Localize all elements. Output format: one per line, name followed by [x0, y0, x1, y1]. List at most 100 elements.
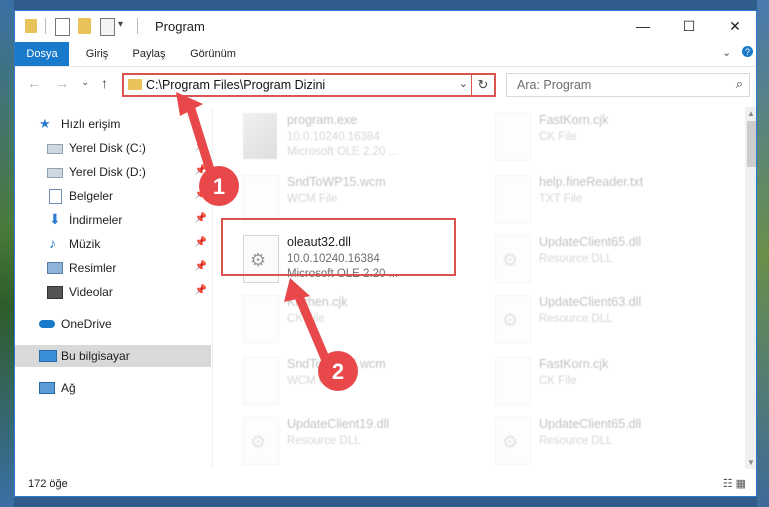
pin-icon[interactable]: 📌 — [195, 189, 207, 200]
file-item[interactable]: SndToWP15.wcm WCM File — [235, 353, 471, 413]
scroll-up-icon[interactable]: ▲ — [747, 109, 755, 118]
new-folder-icon[interactable] — [78, 18, 91, 34]
search-input[interactable]: Ara: Program ⌕ — [506, 73, 750, 97]
file-version: 10.0.10240.16384 — [287, 131, 380, 143]
dll-file-icon — [495, 417, 531, 465]
tab-giris[interactable]: Giriş — [81, 42, 113, 66]
vertical-scrollbar[interactable]: ▲ ▼ — [745, 107, 756, 469]
back-icon[interactable]: ← — [27, 75, 41, 91]
quick-access-dropdown-icon[interactable]: ▾ — [118, 19, 123, 35]
file-icon — [495, 175, 531, 223]
documents-icon — [49, 189, 62, 204]
pin-icon[interactable]: 📌 — [195, 285, 207, 296]
tab-paylas[interactable]: Paylaş — [129, 42, 169, 66]
file-name: SndToWP15.wcm — [287, 175, 386, 189]
sidebar-item-local-disk-c[interactable]: Yerel Disk (C:) 📌 — [15, 137, 211, 159]
file-type: CK File — [539, 131, 577, 143]
folder-icon — [25, 19, 37, 33]
search-placeholder: Ara: Program — [517, 78, 592, 92]
sidebar-item-label: Bu bilgisayar — [61, 349, 130, 363]
file-item[interactable]: UpdateClient63.dll Resource DLL — [487, 291, 723, 351]
drive-icon — [47, 144, 63, 154]
expand-ribbon-icon[interactable]: ⌄ — [722, 46, 731, 59]
file-icon — [495, 357, 531, 405]
desktop-background-right — [757, 0, 769, 507]
up-icon[interactable]: ↑ — [101, 75, 108, 91]
recent-locations-icon[interactable]: ⌄ — [81, 77, 89, 88]
sidebar-item-label: Belgeler — [69, 189, 114, 203]
file-item[interactable]: UpdateClient19.dll Resource DLL — [235, 413, 471, 469]
file-type: Resource DLL — [539, 253, 613, 265]
sidebar-item-quick-access[interactable]: ★ Hızlı erişim — [15, 113, 211, 135]
pin-icon[interactable]: 📌 — [195, 261, 207, 272]
file-item[interactable]: Kitchen.cjk CK File — [235, 291, 471, 351]
sidebar-item-label: Videolar — [69, 285, 113, 299]
file-icon — [243, 175, 279, 223]
file-name: program.exe — [287, 113, 358, 127]
file-type: CK File — [539, 375, 577, 387]
address-path[interactable]: C:\Program Files\Program Dizini — [146, 78, 325, 92]
file-type: Resource DLL — [539, 435, 613, 447]
file-item[interactable]: UpdateClient65.dll Resource DLL — [487, 231, 723, 291]
help-icon[interactable]: ? — [742, 46, 753, 57]
scrollbar-thumb[interactable] — [747, 121, 756, 167]
sidebar-item-documents[interactable]: Belgeler 📌 — [15, 185, 211, 207]
sidebar-item-pictures[interactable]: Resimler 📌 — [15, 257, 211, 279]
close-button[interactable]: ✕ — [712, 11, 756, 42]
address-dropdown-icon[interactable]: ⌄ — [459, 77, 468, 90]
pin-icon[interactable]: 📌 — [195, 213, 207, 224]
file-item[interactable]: FastKorn.cjk CK File — [487, 109, 723, 169]
exe-file-icon — [243, 113, 277, 159]
navigation-bar: ← → ⌄ ↑ C:\Program Files\Program Dizini … — [15, 67, 756, 101]
view-toggle-icons[interactable]: ☷ ▦ — [723, 477, 746, 490]
maximize-button[interactable]: ☐ — [666, 11, 712, 42]
properties-icon[interactable] — [55, 18, 70, 36]
tab-gorunum[interactable]: Görünüm — [185, 42, 241, 66]
desktop-background — [0, 0, 14, 507]
file-name: Kitchen.cjk — [287, 295, 348, 309]
sidebar-item-downloads[interactable]: ⬇ İndirmeler 📌 — [15, 209, 211, 231]
sidebar-item-music[interactable]: ♪ Müzik 📌 — [15, 233, 211, 255]
pin-icon[interactable]: 📌 — [195, 165, 207, 176]
file-item[interactable]: help.fineReader.txt TXT File — [487, 171, 723, 231]
search-icon[interactable]: ⌕ — [736, 76, 743, 92]
file-type: CK File — [287, 313, 325, 325]
dll-file-icon — [495, 295, 531, 343]
title-divider — [137, 18, 138, 34]
sidebar-item-videos[interactable]: Videolar 📌 — [15, 281, 211, 303]
file-type: WCM File — [287, 193, 338, 205]
drive-icon — [47, 168, 63, 178]
file-name: help.fineReader.txt — [539, 175, 644, 189]
tab-dosya[interactable]: Dosya — [15, 42, 69, 66]
file-icon — [243, 295, 279, 343]
sidebar-item-onedrive[interactable]: OneDrive — [15, 313, 211, 335]
customize-icon[interactable] — [100, 18, 115, 36]
pin-icon[interactable]: 📌 — [195, 141, 207, 152]
sidebar-item-local-disk-d[interactable]: Yerel Disk (D:) 📌 — [15, 161, 211, 183]
file-item[interactable]: FastKorn.cjk CK File — [487, 353, 723, 413]
title-bar: ▾ Program — ☐ ✕ — [15, 11, 756, 42]
music-icon: ♪ — [49, 235, 56, 251]
dll-file-icon — [495, 235, 531, 283]
file-item[interactable]: UpdateClient65.dll Resource DLL — [487, 413, 723, 469]
sidebar-item-network[interactable]: Ağ — [15, 377, 211, 399]
scroll-down-icon[interactable]: ▼ — [747, 458, 755, 467]
network-icon — [39, 382, 55, 394]
download-icon: ⬇ — [49, 211, 61, 227]
minimize-button[interactable]: — — [620, 11, 666, 42]
sidebar-item-label: OneDrive — [61, 317, 112, 331]
file-item[interactable]: program.exe 10.0.10240.16384 Microsoft O… — [235, 109, 471, 169]
pin-icon[interactable]: 📌 — [195, 237, 207, 248]
pictures-icon — [47, 262, 63, 274]
forward-icon[interactable]: → — [55, 75, 69, 91]
file-type: Resource DLL — [539, 313, 613, 325]
file-type: WCM File — [287, 375, 338, 387]
address-bar[interactable]: C:\Program Files\Program Dizini ⌄ ↻ — [122, 73, 496, 97]
refresh-icon[interactable]: ↻ — [471, 75, 494, 95]
sidebar-item-label: Yerel Disk (D:) — [69, 165, 146, 179]
sidebar-item-this-pc[interactable]: Bu bilgisayar — [15, 345, 211, 367]
star-icon: ★ — [39, 116, 51, 131]
item-count: 172 öğe — [28, 478, 68, 490]
sidebar-item-label: Yerel Disk (C:) — [69, 141, 146, 155]
videos-icon — [47, 286, 63, 299]
